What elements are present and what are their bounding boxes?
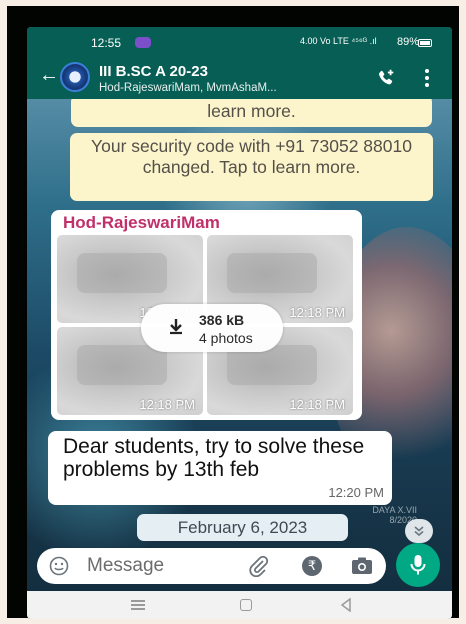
group-avatar[interactable]	[60, 62, 90, 92]
system-message-text: Your security code with +91 73052 88010 …	[91, 136, 412, 177]
message-composer: ₹	[37, 548, 386, 584]
message-time: 12:20 PM	[328, 485, 384, 500]
rupee-icon[interactable]: ₹	[302, 556, 322, 576]
system-nav-bar	[27, 591, 452, 619]
nav-back-icon[interactable]	[340, 598, 352, 612]
screenshot-frame: DAYA X.VII 8/2020 12:55 4.00 Vo LTE ⁴⁵⁶ᴳ…	[7, 6, 459, 619]
photo-time: 12:18 PM	[289, 305, 345, 320]
photo-time: 12:18 PM	[289, 397, 345, 412]
phone-screen: DAYA X.VII 8/2020 12:55 4.00 Vo LTE ⁴⁵⁶ᴳ…	[27, 27, 452, 619]
system-message-text: learn more.	[207, 101, 296, 121]
watermark-line: DAYA X.VII	[372, 505, 417, 515]
scroll-to-bottom-button[interactable]	[405, 519, 433, 543]
arrow-left-icon[interactable]: ←	[39, 65, 59, 85]
notification-app-icon	[135, 37, 151, 48]
status-time: 12:55	[91, 36, 122, 50]
date-chip: February 6, 2023	[137, 514, 348, 541]
text-message-bubble[interactable]: Dear students, try to solve these proble…	[48, 431, 392, 505]
sender-name: Hod-RajeswariMam	[63, 213, 220, 232]
group-members[interactable]: Hod-RajeswariMam, MvmAshaM...	[99, 82, 277, 94]
photo-message-bubble[interactable]: Hod-RajeswariMam 12:18 PM 12:18 PM 12:18…	[51, 210, 362, 420]
photo-count: 4 photos	[199, 330, 253, 346]
add-call-icon[interactable]	[375, 67, 397, 89]
battery-icon	[418, 39, 432, 47]
message-text: Dear students, try to solve these proble…	[63, 435, 365, 481]
download-size: 386 kB	[199, 312, 245, 328]
system-message[interactable]: learn more.	[71, 95, 432, 127]
mic-icon	[410, 555, 426, 575]
photo-time: 12:18 PM	[139, 397, 195, 412]
battery-percent: 89%	[397, 36, 420, 48]
paperclip-icon[interactable]	[248, 555, 270, 577]
recent-apps-icon[interactable]	[131, 600, 145, 610]
status-bar: 12:55 4.00 Vo LTE ⁴⁵⁶ᴳ .ıl 89%	[27, 36, 452, 52]
chat-header: 12:55 4.00 Vo LTE ⁴⁵⁶ᴳ .ıl 89% ← III B.S…	[27, 27, 452, 99]
double-chevron-down-icon	[414, 526, 424, 537]
home-icon[interactable]	[240, 599, 252, 611]
camera-icon[interactable]	[351, 556, 373, 576]
more-vert-icon[interactable]	[424, 69, 430, 87]
group-title[interactable]: III B.SC A 20-23	[99, 63, 208, 80]
message-input[interactable]	[87, 554, 257, 578]
download-photos-button[interactable]: 386 kB 4 photos	[141, 304, 283, 352]
emoji-icon[interactable]	[49, 556, 69, 576]
system-message[interactable]: Your security code with +91 73052 88010 …	[70, 133, 433, 201]
voice-message-button[interactable]	[396, 543, 440, 587]
network-status: 4.00 Vo LTE ⁴⁵⁶ᴳ .ıl	[300, 36, 377, 46]
download-icon	[170, 319, 182, 335]
